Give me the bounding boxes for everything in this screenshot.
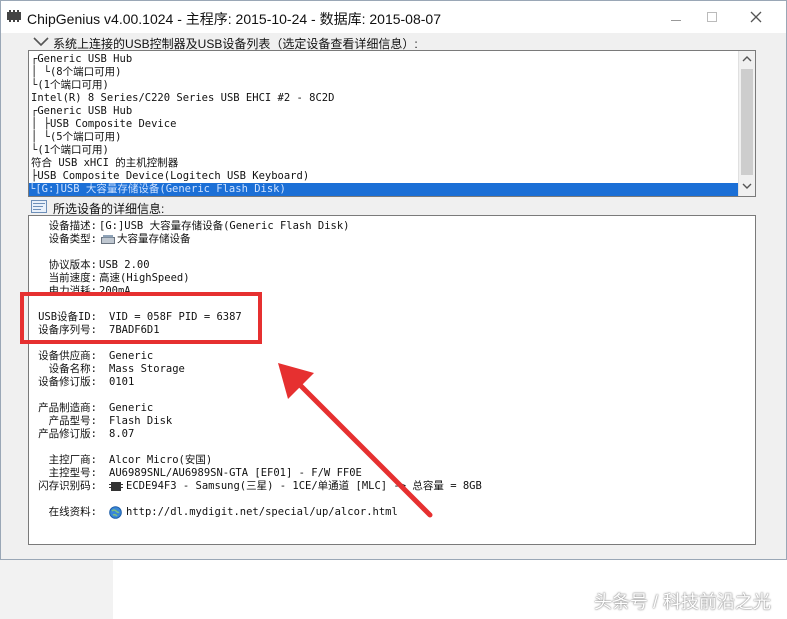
detail-label: 主控型号: bbox=[48, 467, 97, 479]
detail-label: 设备修订版: bbox=[38, 376, 97, 388]
list-item[interactable]: ┌Generic USB Hub bbox=[31, 105, 132, 118]
device-list[interactable]: ┌Generic USB Hub │ └(8个端口可用) └(1个端口可用) I… bbox=[28, 50, 756, 197]
list-item[interactable]: │ ├USB Composite Device bbox=[31, 118, 176, 131]
detail-label: 产品修订版: bbox=[38, 428, 97, 440]
scroll-up-icon[interactable] bbox=[742, 55, 752, 63]
annotation-arrow-icon bbox=[278, 363, 433, 518]
scroll-thumb[interactable] bbox=[741, 69, 753, 175]
close-button[interactable] bbox=[739, 5, 773, 29]
bottom-gray-strip bbox=[0, 560, 113, 619]
list-item[interactable]: └(1个端口可用) bbox=[31, 79, 109, 92]
window-title: ChipGenius v4.00.1024 - 主程序: 2015-10-24 … bbox=[27, 11, 441, 27]
globe-icon bbox=[109, 506, 122, 519]
detail-label: 产品制造商: bbox=[38, 402, 97, 414]
scroll-down-icon[interactable] bbox=[742, 182, 752, 190]
list-item[interactable]: └(1个端口可用) bbox=[31, 144, 109, 157]
detail-label: 协议版本: bbox=[48, 259, 97, 271]
watermark: 头条号 / 科技前沿之光 bbox=[593, 592, 771, 612]
app-icon bbox=[7, 10, 21, 22]
detail-value: Generic bbox=[109, 350, 154, 362]
list-item[interactable]: ┌Generic USB Hub bbox=[31, 53, 132, 66]
detail-label: 主控厂商: bbox=[48, 454, 97, 466]
chip-icon bbox=[109, 482, 123, 491]
detail-value: [G:]USB 大容量存储设备(Generic Flash Disk) bbox=[99, 220, 350, 232]
close-icon bbox=[750, 11, 762, 23]
detail-value: 大容量存储设备 bbox=[117, 233, 191, 245]
list-item[interactable]: │ └(5个端口可用) bbox=[31, 131, 121, 144]
detail-value: Generic bbox=[109, 402, 154, 414]
detail-label: 产品型号: bbox=[48, 415, 97, 427]
bottom-area: 头条号 / 科技前沿之光 bbox=[0, 560, 787, 619]
list-item[interactable]: 符合 USB xHCI 的主机控制器 bbox=[31, 157, 178, 170]
detail-label: 设备描述: bbox=[48, 220, 97, 232]
drive-icon bbox=[101, 235, 115, 244]
chevron-down-icon[interactable] bbox=[33, 37, 49, 47]
detail-value: 8.07 bbox=[109, 428, 135, 440]
maximize-button[interactable] bbox=[695, 5, 729, 29]
device-list-scrollbar[interactable] bbox=[738, 51, 755, 196]
list-item[interactable]: Intel(R) 8 Series/C220 Series USB EHCI #… bbox=[31, 92, 334, 105]
minimize-button[interactable] bbox=[659, 5, 693, 29]
detail-value: Flash Disk bbox=[109, 415, 173, 427]
detail-label: 当前速度: bbox=[48, 272, 97, 284]
list-item[interactable]: ├USB Composite Device(Logitech USB Keybo… bbox=[31, 170, 309, 183]
info-panel-icon bbox=[31, 200, 47, 213]
detail-label: 设备类型: bbox=[48, 233, 97, 245]
title-bar[interactable]: ChipGenius v4.00.1024 - 主程序: 2015-10-24 … bbox=[1, 1, 786, 33]
detail-value: Alcor Micro(安国) bbox=[109, 454, 213, 466]
detail-value: 0101 bbox=[109, 376, 135, 388]
detail-label: 设备名称: bbox=[48, 363, 97, 375]
list-item[interactable]: │ └(8个端口可用) bbox=[31, 66, 121, 79]
detail-value: Mass Storage bbox=[109, 363, 185, 375]
detail-label: 闪存识别码: bbox=[38, 480, 97, 492]
maximize-icon bbox=[707, 12, 717, 22]
highlight-box bbox=[20, 292, 262, 344]
detail-value: 高速(HighSpeed) bbox=[99, 272, 190, 284]
detail-value: USB 2.00 bbox=[99, 259, 150, 271]
detail-label: 在线资料: bbox=[48, 506, 97, 518]
detail-label: 设备供应商: bbox=[38, 350, 97, 362]
minimize-icon bbox=[671, 20, 681, 21]
list-item-selected[interactable]: └[G:]USB 大容量存储设备(Generic Flash Disk) bbox=[29, 183, 738, 196]
